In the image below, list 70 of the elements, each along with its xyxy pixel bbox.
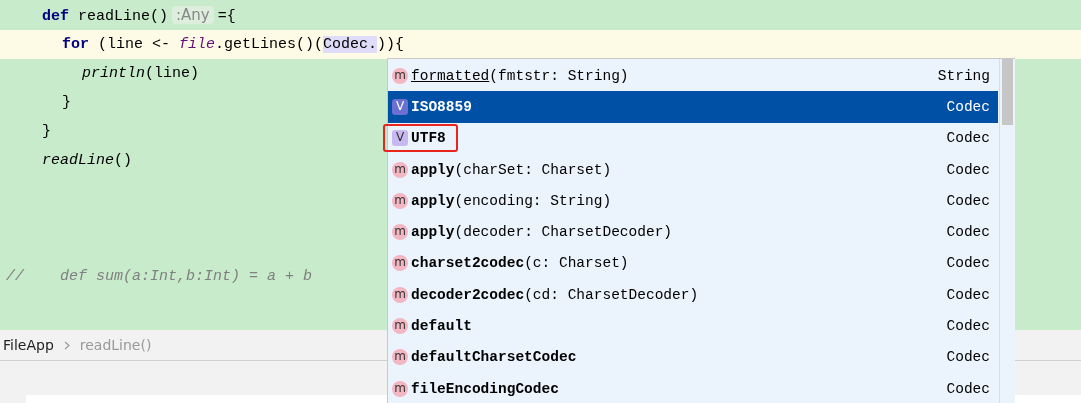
- item-type: Codec: [946, 286, 990, 303]
- item-name: defaultCharsetCodec: [411, 349, 577, 366]
- code-text: (): [114, 152, 133, 169]
- item-type: Codec: [946, 380, 990, 397]
- badge-icon: V: [392, 98, 408, 115]
- item-type: Codec: [946, 224, 990, 241]
- item-params: (c: Charset): [524, 255, 629, 272]
- item-params: (cd: CharsetDecoder): [524, 286, 699, 303]
- item-type: Codec: [946, 192, 990, 209]
- item-type: Codec: [946, 318, 990, 334]
- badge-icon: m: [392, 349, 408, 366]
- item-name: apply: [411, 224, 455, 241]
- code-text: }: [42, 123, 51, 140]
- badge-icon: V: [392, 130, 408, 147]
- item-name: decoder2codec: [411, 286, 525, 303]
- completion-item[interactable]: V ISO8859 Codec: [388, 91, 998, 123]
- completion-item[interactable]: m defaultCharsetCodec Codec: [388, 341, 998, 373]
- code-field: file: [179, 36, 216, 53]
- item-type: Codec: [946, 349, 990, 366]
- completion-item[interactable]: m charset2codec(c: Charset) Codec: [388, 247, 998, 280]
- completion-item[interactable]: m formatted(fmtstr: String) String: [388, 60, 998, 92]
- item-name: default: [411, 318, 472, 334]
- item-params: (encoding: String): [454, 192, 612, 209]
- code-text: (line): [145, 65, 200, 82]
- item-name: apply: [411, 161, 455, 178]
- completion-item[interactable]: V UTF8 Codec: [388, 122, 998, 154]
- code-text: .getLines()(: [215, 36, 324, 53]
- badge-icon: m: [392, 318, 408, 334]
- type-hint: :Any: [172, 6, 214, 24]
- code-text: }: [62, 94, 71, 111]
- code-text: readLine(): [77, 8, 169, 25]
- code-call: readLine: [42, 152, 114, 169]
- item-type: Codec: [946, 130, 990, 147]
- completion-item[interactable]: m apply(encoding: String) Codec: [388, 185, 998, 217]
- item-params: (fmtstr: String): [489, 67, 629, 84]
- badge-icon: m: [392, 255, 408, 272]
- scrollbar[interactable]: [999, 59, 1015, 403]
- item-type: Codec: [946, 255, 990, 272]
- item-name: ISO8859: [411, 98, 472, 115]
- badge-icon: m: [392, 224, 408, 241]
- item-type: Codec: [946, 161, 990, 178]
- item-name: fileEncodingCodec: [411, 380, 559, 397]
- item-name: charset2codec: [411, 255, 525, 272]
- code-keyword: def: [42, 8, 69, 25]
- item-params: (decoder: CharsetDecoder): [454, 224, 673, 241]
- badge-icon: m: [392, 286, 408, 303]
- item-name: apply: [411, 192, 455, 209]
- completion-item[interactable]: m apply(decoder: CharsetDecoder) Codec: [388, 216, 998, 248]
- item-name: formatted: [411, 67, 490, 84]
- completion-item[interactable]: m decoder2codec(cd: CharsetDecoder) Codec: [388, 279, 998, 311]
- badge-icon: m: [392, 380, 408, 397]
- item-name: UTF8: [411, 130, 446, 147]
- code-call: println: [82, 65, 145, 82]
- chevron-icon: [63, 340, 70, 350]
- breadcrumb-item[interactable]: FileApp: [3, 337, 54, 353]
- code-text: ={: [217, 8, 236, 25]
- item-type: String: [937, 67, 990, 84]
- code-text: )){: [377, 36, 405, 53]
- badge-icon: m: [392, 67, 408, 84]
- badge-icon: m: [392, 192, 408, 209]
- completion-item[interactable]: m default Codec: [388, 310, 998, 342]
- badge-icon: m: [392, 161, 408, 178]
- code-text: (line <-: [97, 36, 172, 53]
- item-params: (charSet: Charset): [454, 161, 612, 178]
- code-comment: // def sum(a:Int,b:Int) = a + b: [6, 268, 313, 285]
- completion-item[interactable]: m apply(charSet: Charset) Codec: [388, 153, 998, 186]
- code-keyword: for: [62, 36, 89, 53]
- code-selection: Codec.: [323, 36, 378, 53]
- completion-item[interactable]: m fileEncodingCodec Codec: [388, 372, 998, 403]
- item-type: Codec: [946, 98, 990, 115]
